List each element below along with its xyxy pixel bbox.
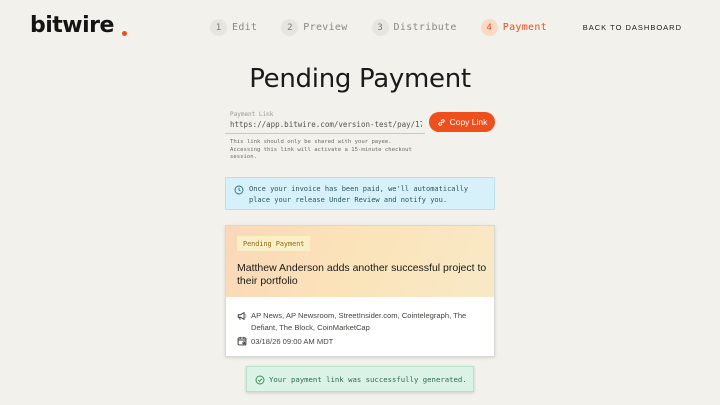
payment-link-note: This link should only be shared with you… — [230, 139, 412, 160]
step-payment[interactable]: 4 Payment — [480, 19, 548, 36]
step-edit[interactable]: 1 Edit — [210, 19, 257, 36]
toast-message: Your payment link was successfully gener… — [269, 375, 467, 384]
step-preview[interactable]: 2 Preview — [281, 19, 347, 36]
distribution-outlets: AP News, AP Newsroom, StreetInsider.com,… — [251, 311, 467, 332]
step-distribute[interactable]: 3 Distribute — [371, 19, 457, 36]
megaphone-icon — [237, 311, 247, 321]
page-title: Pending Payment — [249, 64, 471, 94]
payment-link-field[interactable]: Payment Link https://app.bitwire.com/ver… — [225, 109, 425, 134]
logo-dot — [122, 31, 127, 36]
payment-link-value[interactable]: https://app.bitwire.com/version-test/pay… — [230, 120, 422, 129]
step-label: Distribute — [393, 22, 457, 33]
release-title: Matthew Anderson adds another successful… — [237, 262, 487, 287]
success-toast: Your payment link was successfully gener… — [246, 366, 474, 392]
payment-link-label: Payment Link — [230, 111, 274, 118]
link-icon — [437, 118, 445, 126]
release-card[interactable]: Pending Payment Matthew Anderson adds an… — [225, 225, 495, 357]
release-card-header: Pending Payment Matthew Anderson adds an… — [226, 226, 494, 297]
step-label: Payment — [502, 22, 548, 33]
bitwire-logo[interactable]: bitwire — [30, 13, 114, 38]
check-circle-icon — [255, 375, 265, 385]
copy-link-label: Copy Link — [449, 117, 488, 127]
step-label: Preview — [303, 22, 348, 33]
info-banner: Once your invoice has been paid, we'll a… — [225, 177, 495, 210]
copy-link-button[interactable]: Copy Link — [429, 112, 495, 132]
back-to-dashboard-link[interactable]: BACK TO DASHBOARD — [583, 23, 682, 32]
step-number: 4 — [480, 19, 498, 36]
release-datetime: 03/18/26 09:00 AM MDT — [251, 337, 334, 346]
step-number: 2 — [281, 19, 299, 36]
calendar-icon — [237, 336, 247, 346]
progress-steps: 1 Edit 2 Preview 3 Distribute 4 Payment — [210, 19, 571, 36]
clock-icon — [234, 185, 244, 195]
step-number: 1 — [210, 19, 227, 36]
top-bar: bitwire 1 Edit 2 Preview 3 Distribute 4 … — [0, 0, 720, 56]
step-number: 3 — [371, 19, 389, 36]
step-label: Edit — [232, 22, 258, 33]
status-badge: Pending Payment — [237, 236, 311, 251]
info-banner-text: Once your invoice has been paid, we'll a… — [249, 185, 469, 204]
